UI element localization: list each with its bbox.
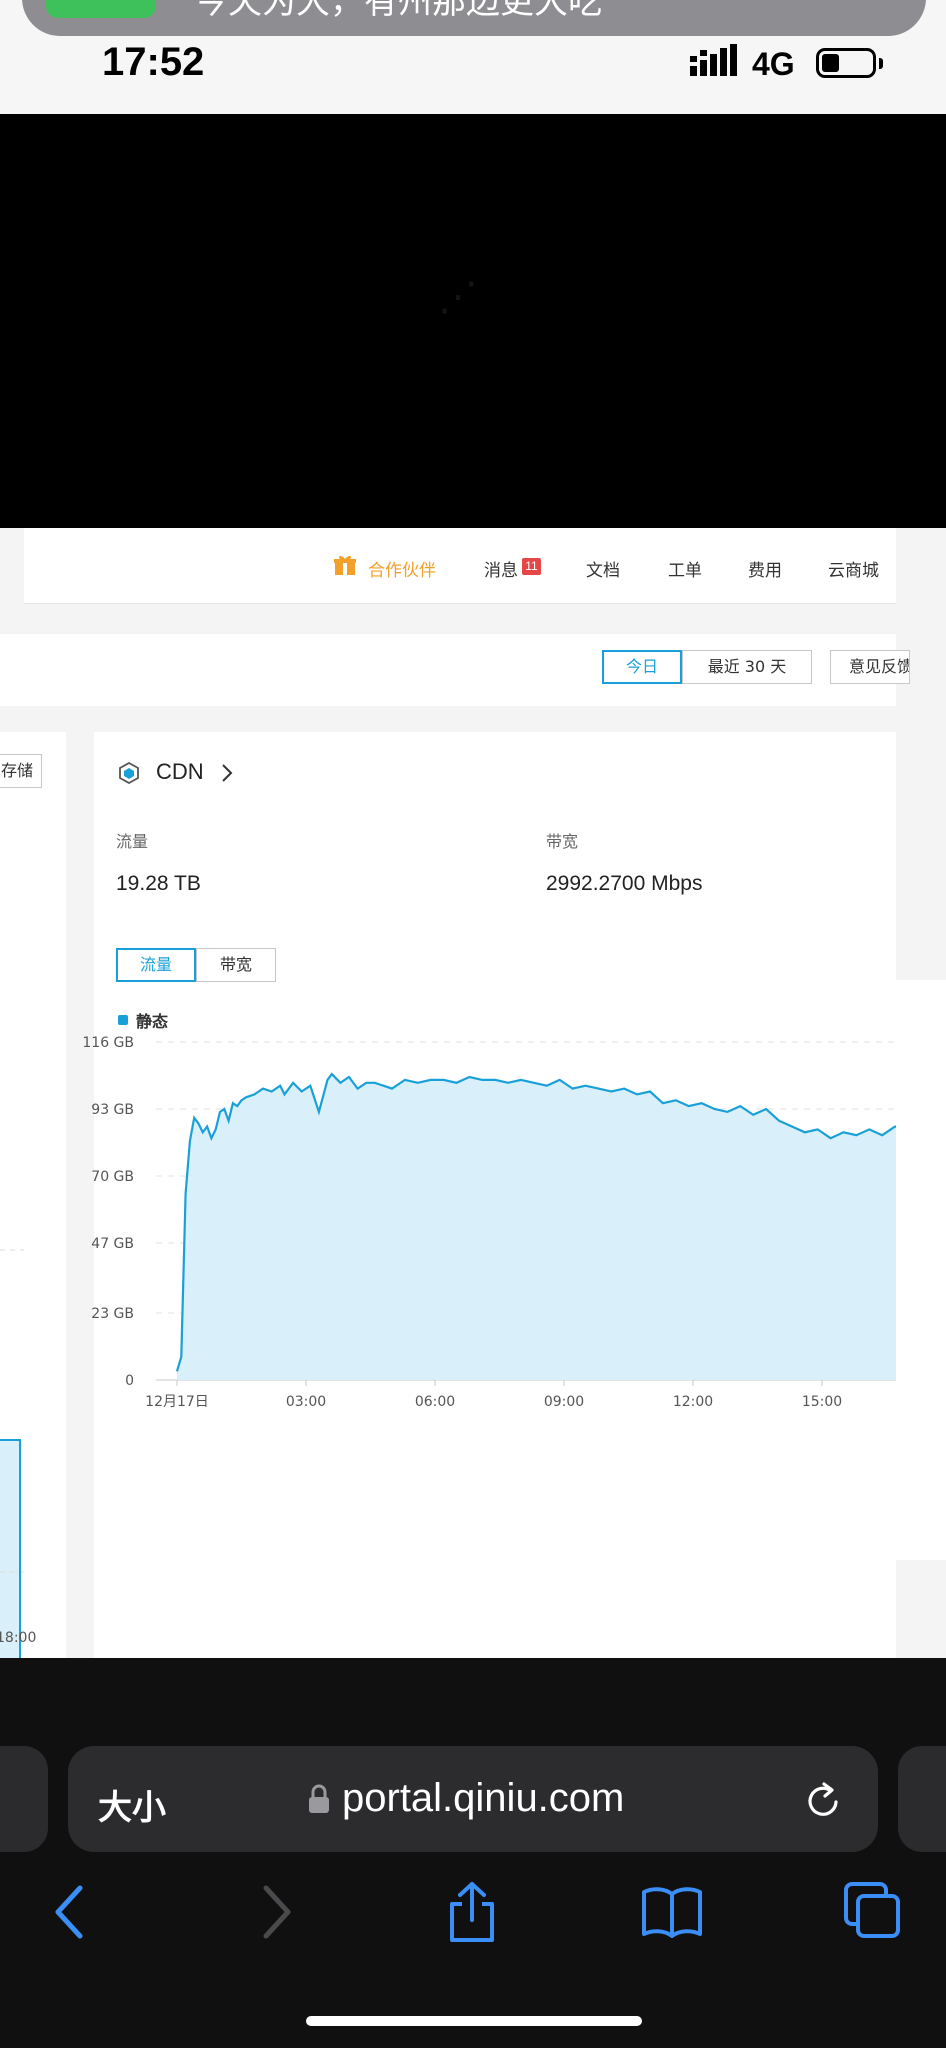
battery-icon [816, 48, 876, 78]
x-tick-label: 15:00 [802, 1394, 842, 1410]
nav-partner[interactable]: 合作伙伴 [368, 556, 436, 581]
next-tab-stub[interactable] [898, 1746, 946, 1852]
web-content: 合作伙伴 消息 11 文档 工单 费用 云商城 今日 最近 30 天 意见反馈 … [0, 528, 946, 1658]
url-text[interactable]: portal.qiniu.com [342, 1776, 624, 1821]
flow-value: 19.28 TB [116, 872, 201, 895]
cdn-flow-chart: 0 23 GB 47 GB 70 GB 93 GB 116 GB 12月17日 03:00 0… [82, 1035, 946, 1410]
nav-store[interactable]: 云商城 [828, 556, 879, 581]
y-tick-label: 70 GB [91, 1169, 134, 1185]
y-tick-label: 0 [125, 1373, 134, 1389]
storage-button[interactable]: 存储 [0, 754, 42, 788]
top-navigation: 合作伙伴 消息 11 文档 工单 费用 云商城 [24, 528, 896, 604]
nav-messages[interactable]: 消息 [484, 556, 518, 581]
carrier-label: 4G [752, 46, 795, 82]
chevron-right-icon[interactable] [220, 762, 234, 784]
home-indicator[interactable] [306, 2016, 642, 2026]
y-tick-label: 116 GB [82, 1035, 134, 1051]
cdn-hexagon-icon [119, 762, 139, 784]
x-tick-label: 12月17日 [145, 1394, 209, 1410]
tab-bandwidth[interactable]: 带宽 [196, 948, 276, 982]
bandwidth-label: 带宽 [546, 832, 579, 851]
signal-icon [690, 44, 737, 76]
back-icon[interactable] [40, 1880, 104, 1944]
last-30-days-button[interactable]: 最近 30 天 [682, 650, 812, 684]
nav-docs[interactable]: 文档 [586, 556, 620, 581]
status-bar: 今天为大，有州那边更大吃 17:52 4G [0, 0, 946, 114]
notification-text: 今天为大，有州那边更大吃 [194, 0, 602, 22]
share-icon[interactable] [440, 1880, 504, 1944]
browser-chrome: 大小 portal.qiniu.com [0, 1658, 946, 2048]
notification-app-icon [46, 0, 156, 18]
messages-badge: 11 [522, 558, 541, 575]
chart-area [177, 1074, 939, 1380]
nav-ticket[interactable]: 工单 [668, 556, 702, 581]
legend-static[interactable]: 静态 [136, 1008, 168, 1032]
bookmarks-icon[interactable] [640, 1880, 704, 1944]
storage-x-tick: 18:00 [0, 1630, 37, 1646]
y-tick-label: 23 GB [91, 1306, 134, 1322]
tab-flow[interactable]: 流量 [116, 948, 196, 982]
legend-swatch[interactable] [118, 1015, 128, 1025]
forward-icon[interactable] [242, 1880, 306, 1944]
video-area: ⋰ [0, 114, 946, 528]
cdn-title[interactable]: CDN [156, 759, 204, 785]
y-tick-label: 93 GB [91, 1102, 134, 1118]
feedback-button[interactable]: 意见反馈 [830, 650, 910, 684]
y-tick-label: 47 GB [91, 1236, 134, 1252]
storage-chart [0, 1249, 24, 1658]
address-bar[interactable]: 大小 portal.qiniu.com [68, 1746, 878, 1852]
reload-icon[interactable] [804, 1780, 844, 1820]
x-tick-label: 06:00 [415, 1394, 455, 1410]
filter-bar: 今日 最近 30 天 意见反馈 [0, 634, 910, 706]
previous-tab-stub[interactable] [0, 1746, 48, 1852]
flow-label: 流量 [116, 832, 149, 851]
status-time: 17:52 [102, 40, 205, 84]
battery-tip [879, 58, 883, 69]
text-size-button[interactable]: 大小 [98, 1780, 166, 1829]
chart-overflow-panel [896, 980, 946, 1560]
x-tick-label: 03:00 [286, 1394, 326, 1410]
nav-fees[interactable]: 费用 [748, 556, 782, 581]
storage-chart-area [0, 1440, 20, 1658]
today-button[interactable]: 今日 [602, 650, 682, 684]
x-tick-label: 12:00 [673, 1394, 713, 1410]
storage-card: 存储 [0, 732, 66, 1658]
lock-icon [309, 1784, 329, 1813]
gift-icon [334, 555, 356, 575]
notification-banner[interactable]: 今天为大，有州那边更大吃 [22, 0, 926, 36]
x-tick-label: 09:00 [544, 1394, 584, 1410]
tabs-icon[interactable] [840, 1880, 904, 1944]
cdn-card: CDN 流量 带宽 19.28 TB 2992.2700 Mbps 流量 带宽 … [82, 732, 946, 1658]
video-logo-icon: ⋰ [438, 275, 478, 319]
bandwidth-value: 2992.2700 Mbps [546, 872, 703, 895]
